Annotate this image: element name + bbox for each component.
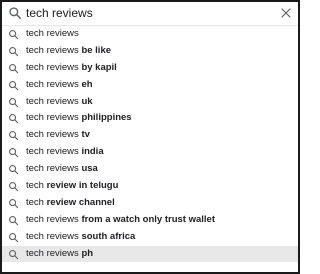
suggestion-item[interactable]: tech reviews — [2, 26, 298, 43]
suggestion-completion: review in telugu — [46, 180, 119, 191]
suggestion-completion: philippines — [81, 112, 132, 124]
suggestion-prefix: tech reviews — [26, 95, 82, 107]
suggestion-text: tech reviews tv — [26, 127, 90, 144]
suggestion-text: tech reviews south africa — [26, 229, 135, 246]
suggestion-text: tech reviews be like — [26, 43, 111, 60]
suggestion-prefix: tech reviews — [26, 61, 82, 73]
suggestion-text: tech reviews eh — [26, 77, 93, 94]
close-icon[interactable] — [280, 7, 292, 19]
search-icon — [9, 165, 19, 175]
suggestion-prefix: tech reviews — [26, 230, 82, 242]
suggestion-prefix: tech — [26, 196, 47, 208]
suggestion-prefix: tech reviews — [26, 163, 82, 175]
suggestion-prefix: tech reviews — [26, 247, 82, 259]
suggestion-list: tech reviews tech reviews be like tech rev… — [2, 26, 298, 263]
search-icon — [9, 63, 19, 74]
suggestion-completion: from a watch only trust wallet — [81, 213, 215, 225]
suggestion-item[interactable]: tech reviews be like — [2, 43, 298, 60]
search-icon — [9, 114, 19, 124]
search-icon — [9, 198, 19, 209]
suggestion-text: tech reviews india — [26, 144, 104, 161]
suggestion-completion: uk — [81, 95, 93, 107]
suggestion-prefix: tech reviews — [26, 27, 79, 39]
suggestion-prefix: tech reviews — [26, 213, 82, 225]
search-icon — [9, 7, 22, 20]
search-icon — [9, 182, 19, 192]
suggestion-item[interactable]: tech reviews ph — [2, 245, 298, 263]
suggestion-completion: india — [81, 146, 104, 158]
search-icon — [9, 80, 19, 90]
suggestion-item[interactable]: tech reviews from a watch only trust wal… — [2, 212, 298, 229]
suggestion-item[interactable]: tech reviews tv — [2, 127, 298, 144]
suggestion-item[interactable]: tech reviews usa — [2, 161, 298, 178]
search-icon — [9, 97, 19, 107]
suggestion-completion: usa — [81, 163, 98, 175]
suggestion-completion: review channel — [46, 196, 115, 208]
suggestion-item[interactable]: tech review in telugu — [2, 178, 298, 195]
suggestion-item[interactable]: tech reviews eh — [2, 77, 298, 94]
suggestion-item[interactable]: tech reviews south africa — [2, 229, 298, 246]
suggestion-completion: ph — [81, 247, 94, 259]
suggestion-text: tech reviews by kapil — [26, 60, 117, 77]
suggestion-item[interactable]: tech review channel — [2, 195, 298, 212]
suggestion-prefix: tech reviews — [26, 112, 82, 124]
search-bar — [2, 2, 298, 26]
suggestion-prefix: tech reviews — [26, 44, 82, 56]
search-icon — [9, 131, 19, 141]
search-dropdown-frame: tech reviewstech reviews be liketech rev… — [0, 0, 300, 274]
suggestion-text: tech reviews uk — [26, 94, 93, 111]
suggestion-completion: be like — [81, 44, 112, 56]
suggestion-text: tech reviews philippines — [26, 110, 132, 127]
suggestion-item[interactable]: tech reviews india — [2, 144, 298, 161]
search-icon — [9, 46, 19, 57]
suggestion-completion: south africa — [81, 230, 136, 242]
suggestion-item[interactable]: tech reviews by kapil — [2, 60, 298, 77]
search-icon — [9, 232, 19, 242]
search-icon — [9, 249, 19, 259]
suggestion-text: tech review in telugu — [26, 178, 118, 195]
search-icon — [9, 215, 19, 226]
search-icon — [9, 30, 19, 40]
search-icon — [9, 148, 19, 158]
suggestion-prefix: tech reviews — [26, 129, 82, 141]
suggestion-prefix: tech reviews — [26, 78, 82, 90]
suggestion-text: tech reviews — [26, 26, 79, 43]
suggestion-completion: tv — [81, 129, 90, 141]
suggestion-completion: eh — [81, 78, 93, 90]
suggestion-prefix: tech — [26, 180, 47, 191]
suggestion-text: tech review channel — [26, 195, 115, 212]
suggestion-prefix: tech reviews — [26, 146, 82, 158]
suggestion-text: tech reviews ph — [26, 246, 93, 263]
suggestion-item[interactable]: tech reviews uk — [2, 94, 298, 111]
suggestion-completion: by kapil — [81, 61, 117, 73]
suggestion-item[interactable]: tech reviews philippines — [2, 110, 298, 127]
suggestion-text: tech reviews from a watch only trust wal… — [26, 212, 215, 229]
search-input[interactable] — [26, 4, 266, 22]
suggestion-text: tech reviews usa — [26, 161, 98, 178]
